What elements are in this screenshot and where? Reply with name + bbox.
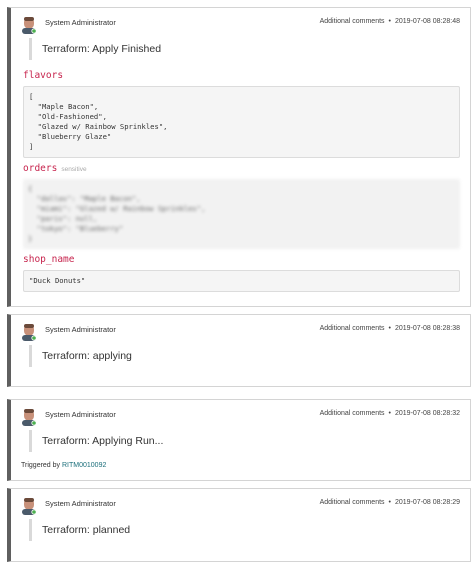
user-name: System Administrator bbox=[45, 410, 116, 419]
separator: • bbox=[388, 325, 391, 332]
separator: • bbox=[388, 18, 391, 25]
entry-type: Additional comments bbox=[319, 499, 385, 506]
activity-entry: System Administrator Additional comments… bbox=[7, 488, 471, 562]
output-name-orders-label: orders bbox=[23, 163, 58, 174]
sensitive-badge: sensitive bbox=[61, 166, 87, 173]
entry-type: Additional comments bbox=[319, 410, 385, 417]
timestamp: 2019-07-08 08:28:32 bbox=[395, 410, 460, 417]
comment-text: Terraform: Applying Run... bbox=[29, 430, 462, 452]
avatar[interactable] bbox=[21, 408, 37, 426]
separator: • bbox=[388, 499, 391, 506]
timestamp: 2019-07-08 08:28:29 bbox=[395, 499, 460, 506]
timestamp: 2019-07-08 08:28:38 bbox=[395, 325, 460, 332]
entry-meta: Additional comments • 2019-07-08 08:28:29 bbox=[320, 499, 460, 506]
ritm-link[interactable]: RITM0010092 bbox=[62, 462, 106, 469]
avatar[interactable] bbox=[21, 323, 37, 341]
user-name: System Administrator bbox=[45, 499, 116, 508]
entry-header: System Administrator Additional comments… bbox=[21, 323, 460, 341]
avatar[interactable] bbox=[21, 497, 37, 515]
timestamp: 2019-07-08 08:28:48 bbox=[395, 18, 460, 25]
entry-meta: Additional comments • 2019-07-08 08:28:38 bbox=[320, 325, 460, 332]
triggered-by-label: Triggered by bbox=[21, 462, 61, 469]
user-name: System Administrator bbox=[45, 18, 116, 27]
comment-text: Terraform: Apply Finished bbox=[29, 38, 462, 60]
entry-header: System Administrator Additional comments… bbox=[21, 408, 460, 426]
entry-type: Additional comments bbox=[319, 325, 385, 332]
comment-text: Terraform: applying bbox=[29, 345, 462, 367]
entry-meta: Additional comments • 2019-07-08 08:28:32 bbox=[320, 410, 460, 417]
activity-entry: System Administrator Additional comments… bbox=[7, 314, 471, 387]
separator: • bbox=[388, 410, 391, 417]
entry-header: System Administrator Additional comments… bbox=[21, 16, 460, 34]
output-value-shop-name: "Duck Donuts" bbox=[23, 270, 460, 292]
entry-type: Additional comments bbox=[319, 18, 385, 25]
entry-header: System Administrator Additional comments… bbox=[21, 497, 460, 515]
output-name-flavors: flavors bbox=[23, 70, 64, 81]
output-value-orders: { "dallas": "Maple Bacon", "miami": "Gla… bbox=[23, 179, 460, 249]
output-name-orders: orders sensitive bbox=[23, 163, 87, 174]
output-value-flavors: [ "Maple Bacon", "Old-Fashioned", "Glaze… bbox=[23, 86, 460, 158]
user-name: System Administrator bbox=[45, 325, 116, 334]
activity-entry: System Administrator Additional comments… bbox=[7, 7, 471, 307]
activity-entry: System Administrator Additional comments… bbox=[7, 399, 471, 481]
triggered-by: Triggered by RITM0010092 bbox=[21, 462, 106, 469]
avatar[interactable] bbox=[21, 16, 37, 34]
comment-text: Terraform: planned bbox=[29, 519, 462, 541]
output-name-shop-name: shop_name bbox=[23, 254, 75, 265]
entry-meta: Additional comments • 2019-07-08 08:28:48 bbox=[320, 18, 460, 25]
